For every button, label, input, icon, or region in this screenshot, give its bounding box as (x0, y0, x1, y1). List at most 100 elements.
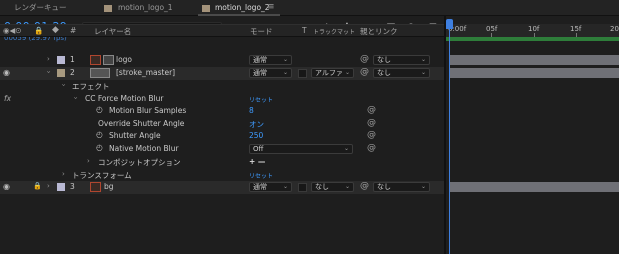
footage-icon (90, 68, 110, 78)
chevron-right-icon[interactable]: › (47, 55, 50, 63)
track-matte-value: なし (315, 183, 329, 191)
layer-duration-bar[interactable] (450, 55, 619, 65)
label-swatch[interactable] (57, 183, 65, 191)
layer-duration-bar[interactable] (450, 68, 619, 78)
preserve-transparency-checkbox[interactable] (298, 69, 307, 78)
timeline-panel (446, 16, 619, 254)
chevron-down-icon[interactable]: › (44, 71, 52, 74)
effect-property-row[interactable]: ◴ Native Motion Blur Off ⌄ @ (0, 143, 446, 156)
effect-property-row[interactable]: ◴ Shutter Angle 250 @ (0, 130, 446, 143)
layer-name[interactable]: logo (116, 55, 132, 64)
eye-icon[interactable]: ◉ (3, 68, 10, 77)
effect-property-row[interactable]: Override Shutter Angle オン @ (0, 118, 446, 131)
dropdown-value: Off (253, 145, 264, 153)
track-matte-dropdown[interactable]: アルファ ⌄ (311, 68, 354, 78)
effect-reset-link[interactable]: リセット (249, 95, 273, 104)
parent-value: なし (377, 183, 391, 191)
pickwhip-icon[interactable]: @ (367, 130, 376, 140)
parent-dropdown[interactable]: なし ⌄ (373, 55, 430, 65)
playhead-line[interactable] (449, 19, 450, 254)
hamburger-icon[interactable]: ≡ (267, 1, 275, 13)
label-swatch[interactable] (57, 69, 65, 77)
tab-bar: レンダーキュー motion_logo_1 motion_logo_2 ≡ (0, 0, 619, 16)
effects-group-row[interactable]: › エフェクト (0, 80, 446, 93)
mode-dropdown[interactable]: 通常 ⌄ (249, 182, 292, 192)
effect-property-row[interactable]: ◴ Motion Blur Samples 8 @ (0, 105, 446, 118)
layer-row[interactable]: ◉ 🔒 › 3 bg 通常 ⌄ なし ⌄ @ なし ⌄ (0, 181, 446, 194)
property-label: Native Motion Blur (109, 144, 179, 153)
track-matte-value: アルファ (315, 69, 343, 77)
column-header: ◉◀⊙ 🔒 ◆ # レイヤー名 モード T トラックマット 親とリンク (0, 24, 446, 37)
chevron-down-icon: ⌄ (282, 56, 288, 63)
chevron-down-icon[interactable]: › (71, 97, 79, 100)
parent-dropdown[interactable]: なし ⌄ (373, 68, 430, 78)
property-label: Override Shutter Angle (98, 119, 185, 128)
pickwhip-icon[interactable]: @ (360, 54, 369, 64)
panel-divider[interactable] (444, 16, 446, 254)
precomp-icon (90, 55, 101, 65)
comp-swatch (202, 5, 210, 12)
property-label: Motion Blur Samples (109, 106, 187, 115)
lock-icon[interactable]: 🔒 (33, 182, 42, 190)
layer-type-icon (103, 55, 114, 65)
stopwatch-icon[interactable]: ◴ (96, 130, 103, 139)
chevron-right-icon[interactable]: › (87, 157, 90, 165)
mode-dropdown[interactable]: 通常 ⌄ (249, 55, 292, 65)
effect-name[interactable]: CC Force Motion Blur (85, 94, 163, 103)
layer-name[interactable]: [stroke_master] (116, 68, 175, 77)
layer-row[interactable]: ◉ › 2 [stroke_master] 通常 ⌄ アルファ ⌄ @ なし ⌄ (0, 67, 446, 80)
chevron-right-icon[interactable]: › (47, 182, 50, 190)
fx-icon[interactable]: fx (4, 94, 11, 103)
chevron-down-icon: ⌄ (420, 183, 426, 190)
effects-group-label: エフェクト (72, 82, 110, 91)
layer-duration-bar[interactable] (450, 182, 619, 192)
layer-row[interactable]: › 1 logo 通常 ⌄ @ なし ⌄ (0, 54, 446, 67)
property-value[interactable]: 250 (249, 131, 263, 140)
layer-name[interactable]: bg (104, 182, 114, 191)
chevron-down-icon: ⌄ (343, 145, 349, 152)
pickwhip-icon[interactable]: @ (360, 67, 369, 77)
precomp-icon (90, 182, 101, 192)
transform-reset-link[interactable]: リセット (249, 171, 273, 180)
column-t: T (302, 26, 307, 35)
property-value[interactable]: 8 (249, 106, 254, 115)
transform-row[interactable]: › トランスフォーム リセット (0, 169, 446, 182)
tab-render-queue[interactable]: レンダーキュー (14, 2, 67, 14)
pickwhip-icon[interactable]: @ (367, 118, 376, 128)
chevron-down-icon: ⌄ (420, 69, 426, 76)
pickwhip-icon[interactable]: @ (367, 105, 376, 115)
eye-icon[interactable]: ◉ (3, 182, 10, 191)
column-layer-name[interactable]: レイヤー名 (94, 26, 131, 37)
mode-value: 通常 (253, 69, 267, 77)
label-swatch[interactable] (57, 56, 65, 64)
track-matte-dropdown[interactable]: なし ⌄ (311, 182, 354, 192)
tab-motion-logo-1[interactable]: motion_logo_1 (118, 2, 173, 14)
layer-number: 3 (70, 182, 75, 191)
time-ruler[interactable]: 0:00f 05f 10f 15f 20 (446, 24, 619, 37)
composite-options-row[interactable]: › コンポジットオプション + — (0, 156, 446, 169)
ruler-label: 20 (610, 25, 619, 33)
preserve-transparency-checkbox[interactable] (298, 183, 307, 192)
chevron-down-icon: ⌄ (282, 183, 288, 190)
pickwhip-icon[interactable]: @ (360, 181, 369, 191)
add-remove-mask-icon[interactable]: + — (249, 157, 265, 166)
label-column-icon: ◆ (52, 25, 59, 35)
ruler-label: 10f (528, 25, 540, 33)
stopwatch-icon[interactable]: ◴ (96, 105, 103, 114)
stopwatch-icon[interactable]: ◴ (96, 143, 103, 152)
tab-motion-logo-2[interactable]: motion_logo_2 (215, 2, 270, 14)
native-motion-blur-dropdown[interactable]: Off ⌄ (249, 144, 353, 154)
work-area-bar[interactable] (446, 37, 619, 41)
effect-row[interactable]: fx › CC Force Motion Blur リセット (0, 93, 446, 106)
chevron-down-icon: ⌄ (344, 69, 350, 76)
chevron-down-icon[interactable]: › (59, 84, 67, 87)
mode-dropdown[interactable]: 通常 ⌄ (249, 68, 292, 78)
parent-dropdown[interactable]: なし ⌄ (373, 182, 430, 192)
property-value[interactable]: オン (249, 119, 264, 130)
chevron-right-icon[interactable]: › (62, 170, 65, 178)
layer-number: 1 (70, 55, 75, 64)
transform-label: トランスフォーム (72, 171, 132, 180)
lock-column-icon: 🔒 (34, 26, 44, 35)
pickwhip-icon[interactable]: @ (367, 143, 376, 153)
ruler-label: 05f (486, 25, 498, 33)
